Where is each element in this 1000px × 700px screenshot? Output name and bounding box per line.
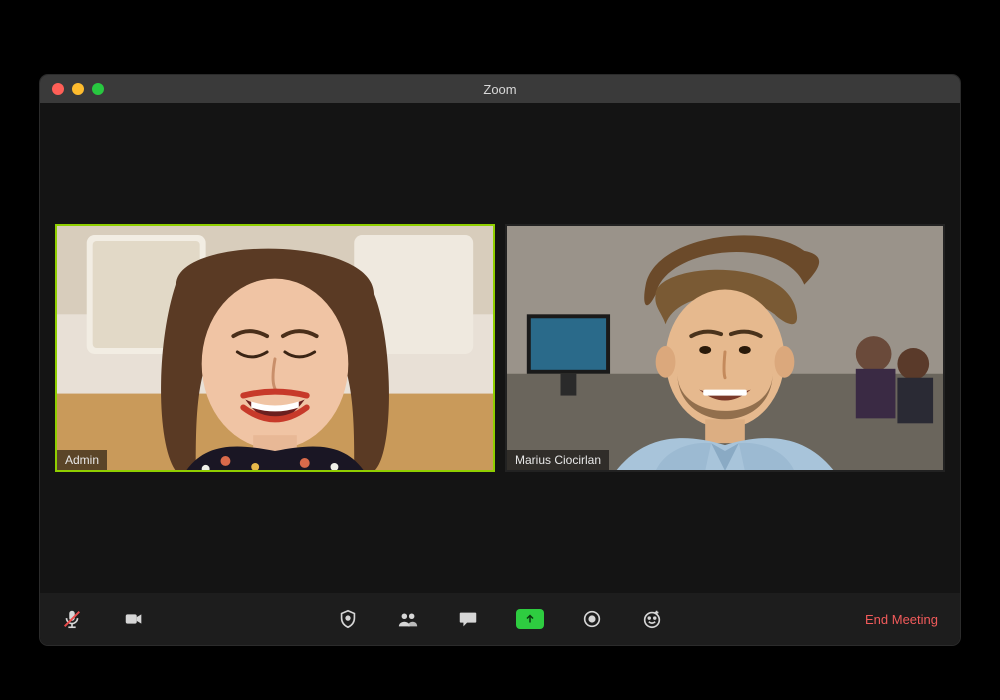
zoom-window: Zoom — [40, 75, 960, 645]
participant-name-label: Admin — [57, 450, 107, 470]
reactions-smile-icon — [641, 608, 663, 630]
chat-button[interactable] — [456, 607, 480, 631]
video-tile[interactable]: Marius Ciocirlan — [505, 224, 945, 472]
video-button[interactable] — [122, 607, 146, 631]
chat-icon — [457, 608, 479, 630]
participants-button[interactable] — [396, 607, 420, 631]
mute-button[interactable] — [60, 607, 84, 631]
titlebar[interactable]: Zoom — [40, 75, 960, 103]
close-window-icon[interactable] — [52, 83, 64, 95]
record-button[interactable] — [580, 607, 604, 631]
video-grid: Admin — [40, 103, 960, 593]
shield-icon — [337, 608, 359, 630]
share-arrow-up-icon — [524, 613, 536, 625]
video-tile[interactable]: Admin — [55, 224, 495, 472]
microphone-muted-icon — [61, 608, 83, 630]
participants-icon — [397, 608, 419, 630]
security-button[interactable] — [336, 607, 360, 631]
minimize-window-icon[interactable] — [72, 83, 84, 95]
video-camera-icon — [123, 608, 145, 630]
window-title: Zoom — [40, 82, 960, 97]
record-icon — [581, 608, 603, 630]
share-screen-button[interactable] — [516, 609, 544, 629]
participant-name-label: Marius Ciocirlan — [507, 450, 609, 470]
reactions-button[interactable] — [640, 607, 664, 631]
window-controls — [40, 83, 104, 95]
participant-video-placeholder — [57, 226, 493, 470]
end-meeting-button[interactable]: End Meeting — [865, 612, 938, 627]
meeting-toolbar: End Meeting — [40, 593, 960, 645]
participant-video-placeholder — [507, 226, 943, 470]
fullscreen-window-icon[interactable] — [92, 83, 104, 95]
